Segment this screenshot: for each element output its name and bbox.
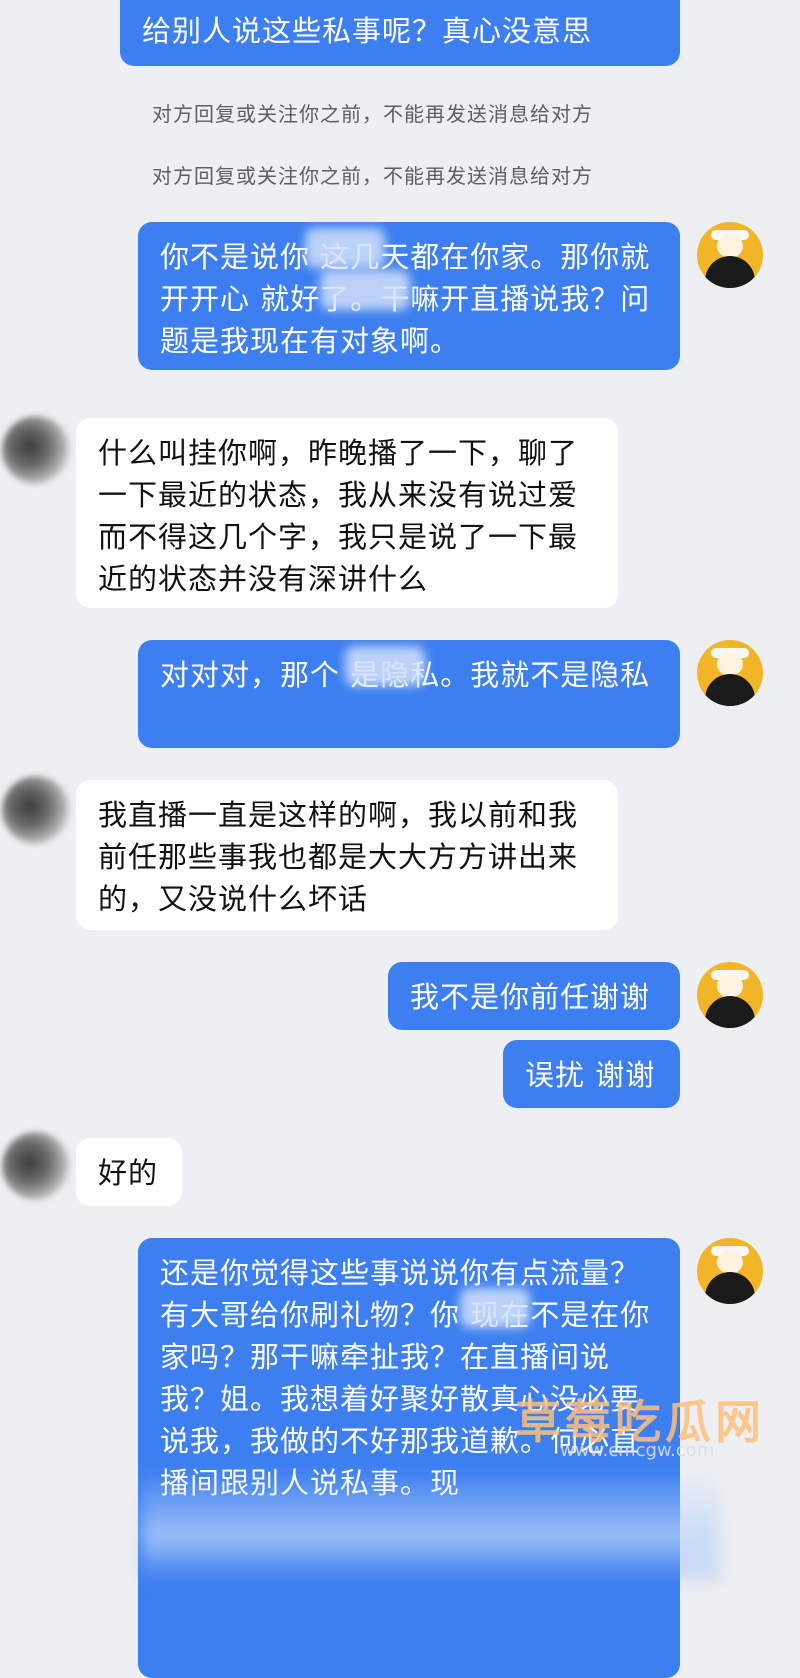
system-notice: 对方回复或关注你之前，不能再发送消息给对方 [152, 102, 593, 126]
message-incoming: 好的 [76, 1138, 182, 1206]
message-outgoing: 我不是你前任谢谢 [388, 962, 680, 1030]
message-text: 误扰 谢谢 [525, 1058, 656, 1092]
contact-avatar[interactable] [2, 776, 70, 844]
message-text: 给别人说这些私事呢？真心没意思 [142, 14, 593, 48]
bottom-blur-overlay [140, 1470, 720, 1580]
message-incoming: 我直播一直是这样的啊，我以前和我前任那些事我也都是大大方方讲出来的，又没说什么坏… [76, 780, 618, 930]
contact-avatar[interactable] [2, 416, 70, 484]
redaction-blur [320, 270, 410, 310]
self-avatar[interactable] [697, 640, 763, 706]
self-avatar[interactable] [697, 222, 763, 288]
self-avatar[interactable] [697, 962, 763, 1028]
message-text: 还是你觉得这些事说说你有点流量？有大哥给你刷礼物？你 现在不是在你家吗？那干嘛牵… [160, 1256, 651, 1500]
message-text: 好的 [98, 1156, 159, 1190]
self-avatar[interactable] [697, 1238, 763, 1304]
watermark-url: www.cmcgw.com [560, 1440, 715, 1461]
redaction-blur [345, 646, 425, 686]
contact-avatar[interactable] [2, 1132, 70, 1200]
message-text: 我不是你前任谢谢 [410, 980, 651, 1014]
message-outgoing-partial: 给别人说这些私事呢？真心没意思 [120, 0, 680, 66]
message-outgoing: 误扰 谢谢 [503, 1040, 680, 1108]
system-notice: 对方回复或关注你之前，不能再发送消息给对方 [152, 164, 593, 188]
message-incoming: 什么叫挂你啊，昨晚播了一下，聊了一下最近的状态，我从来没有说过爱而不得这几个字，… [76, 418, 618, 608]
redaction-blur [460, 1288, 530, 1328]
message-text: 什么叫挂你啊，昨晚播了一下，聊了一下最近的状态，我从来没有说过爱而不得这几个字，… [98, 436, 579, 596]
message-text: 我直播一直是这样的啊，我以前和我前任那些事我也都是大大方方讲出来的，又没说什么坏… [98, 798, 579, 916]
redaction-blur [305, 228, 385, 268]
